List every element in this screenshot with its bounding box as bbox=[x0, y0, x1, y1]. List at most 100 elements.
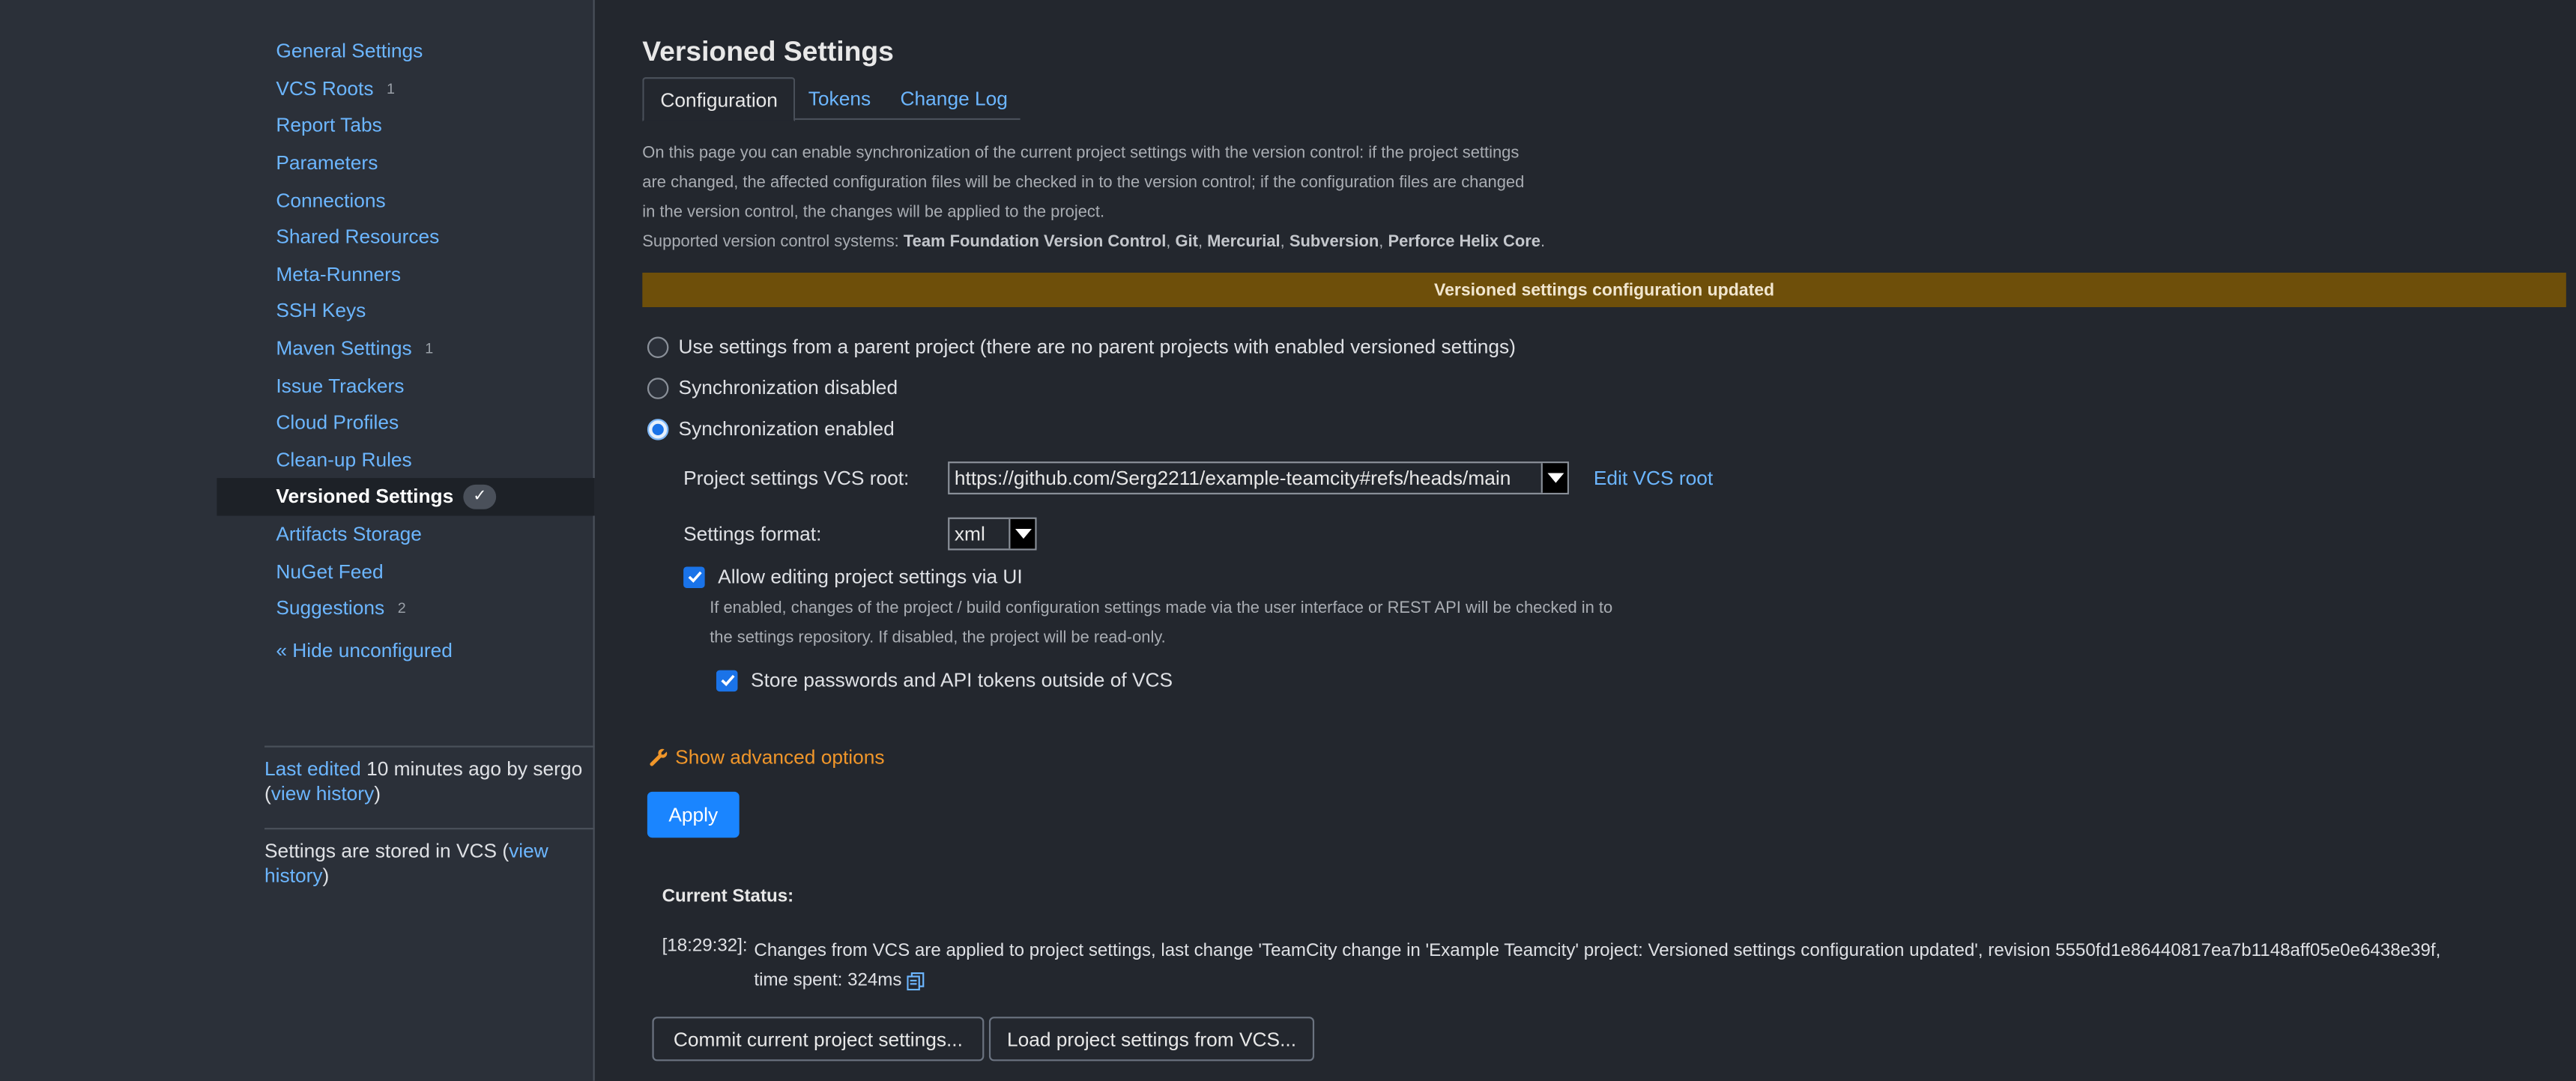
last-edited-note: Last edited 10 minutes ago by sergo (view… bbox=[264, 757, 583, 805]
status-line: Changes from VCS are applied to project … bbox=[754, 941, 2441, 961]
radio-button[interactable] bbox=[647, 336, 669, 357]
sidebar-nav: General Settings VCS Roots 1 Report Tabs Par… bbox=[217, 33, 595, 627]
store-passwords-label: Store passwords and API tokens outside o… bbox=[751, 668, 1173, 692]
view-history-link[interactable]: view history bbox=[271, 782, 374, 805]
vcs-root-value: https://github.com/Serg2211/example-team… bbox=[954, 466, 1511, 490]
show-advanced-label: Show advanced options bbox=[675, 745, 885, 769]
last-edited-link[interactable]: Last edited bbox=[264, 757, 361, 781]
vcs-system: Subversion bbox=[1289, 232, 1379, 251]
sidebar-item-label: Suggestions bbox=[276, 596, 385, 620]
vcs-root-select[interactable]: https://github.com/Serg2211/example-team… bbox=[948, 461, 1569, 494]
chevron-down-icon[interactable] bbox=[1009, 518, 1035, 549]
radio-sync-enabled[interactable]: Synchronization enabled bbox=[647, 417, 895, 440]
show-advanced-options-link[interactable]: Show advanced options bbox=[649, 745, 885, 769]
chevron-down-icon[interactable] bbox=[1541, 463, 1567, 493]
stored-in-vcs-note: Settings are stored in VCS (view history) bbox=[264, 839, 548, 888]
sidebar-item-artifacts-storage[interactable]: Artifacts Storage bbox=[217, 515, 594, 553]
vcs-root-label: Project settings VCS root: bbox=[683, 466, 910, 490]
stored-view-history-link[interactable]: view bbox=[509, 839, 548, 862]
status-timestamp: [18:29:32]: bbox=[662, 936, 748, 957]
sidebar-item-vcs-roots[interactable]: VCS Roots 1 bbox=[217, 70, 594, 107]
allow-editing-checkbox[interactable] bbox=[683, 566, 705, 587]
sidebar-item-label: VCS Roots bbox=[276, 76, 374, 100]
sidebar-item-label: General Settings bbox=[276, 40, 423, 63]
sidebar-item-versioned-settings[interactable]: Versioned Settings ✓ bbox=[217, 478, 595, 515]
hide-unconfigured-link[interactable]: « Hide unconfigured bbox=[276, 639, 453, 662]
sidebar-item-report-tabs[interactable]: Report Tabs bbox=[217, 107, 594, 145]
store-passwords-checkbox-row[interactable]: Store passwords and API tokens outside o… bbox=[716, 668, 1173, 691]
help-line: If enabled, changes of the project / bui… bbox=[710, 599, 1613, 618]
load-settings-button[interactable]: Load project settings from VCS... bbox=[988, 1017, 1315, 1062]
settings-format-select[interactable]: xml bbox=[948, 517, 1037, 551]
sidebar-item-general-settings[interactable]: General Settings bbox=[217, 33, 594, 70]
radio-sync-disabled[interactable]: Synchronization disabled bbox=[647, 376, 898, 399]
description-line: in the version control, the changes will… bbox=[642, 203, 1105, 222]
vcs-system: Team Foundation Version Control bbox=[903, 232, 1167, 251]
vcs-system: Mercurial bbox=[1207, 232, 1281, 251]
supported-vcs-label: Supported version control systems: bbox=[642, 232, 904, 251]
sidebar-item-parameters[interactable]: Parameters bbox=[217, 144, 594, 181]
vcs-system: Perforce Helix Core bbox=[1388, 232, 1541, 251]
vcs-system: Git bbox=[1175, 232, 1198, 251]
commit-settings-button[interactable]: Commit current project settings... bbox=[652, 1017, 985, 1062]
sidebar-item-count: 1 bbox=[425, 339, 434, 357]
sidebar-item-label: Report Tabs bbox=[276, 114, 382, 138]
allow-editing-checkbox-row[interactable]: Allow editing project settings via UI bbox=[683, 565, 1023, 588]
sidebar-item-label: SSH Keys bbox=[276, 300, 366, 323]
store-passwords-checkbox[interactable] bbox=[716, 669, 738, 691]
sidebar-item-label: Meta-Runners bbox=[276, 262, 402, 286]
radio-button[interactable] bbox=[647, 377, 669, 399]
tab-configuration[interactable]: Configuration bbox=[642, 77, 796, 122]
sidebar-item-issue-trackers[interactable]: Issue Trackers bbox=[217, 367, 594, 405]
help-line: the settings repository. If disabled, th… bbox=[710, 629, 1166, 647]
allow-editing-label: Allow editing project settings via UI bbox=[718, 565, 1023, 588]
last-edited-text: 10 minutes ago by sergo bbox=[360, 757, 583, 781]
sidebar-item-cloud-profiles[interactable]: Cloud Profiles bbox=[217, 404, 594, 441]
tab-tokens[interactable]: Tokens bbox=[808, 77, 871, 120]
check-icon bbox=[720, 674, 734, 686]
apply-button[interactable]: Apply bbox=[647, 791, 740, 838]
sidebar-item-suggestions[interactable]: Suggestions 2 bbox=[217, 590, 594, 627]
radio-use-parent[interactable]: Use settings from a parent project (ther… bbox=[647, 335, 1516, 358]
edit-vcs-root-link[interactable]: Edit VCS root bbox=[1594, 467, 1713, 490]
copy-icon[interactable] bbox=[907, 972, 925, 990]
description-line: are changed, the affected configuration … bbox=[642, 174, 1525, 193]
status-message: Changes from VCS are applied to project … bbox=[754, 936, 2561, 996]
tab-change-log[interactable]: Change Log bbox=[901, 77, 1008, 120]
description-line: On this page you can enable synchronizat… bbox=[642, 144, 1520, 163]
sidebar-item-meta-runners[interactable]: Meta-Runners bbox=[217, 255, 594, 293]
sidebar-item-ssh-keys[interactable]: SSH Keys bbox=[217, 293, 594, 330]
page-description: On this page you can enable synchronizat… bbox=[642, 139, 1612, 257]
sidebar-item-label: Issue Trackers bbox=[276, 374, 405, 397]
sidebar-item-label: Maven Settings bbox=[276, 336, 412, 360]
sidebar-item-count: 1 bbox=[387, 80, 396, 97]
sidebar-item-label: Artifacts Storage bbox=[276, 522, 422, 545]
current-status-title: Current Status: bbox=[662, 887, 794, 907]
supported-vcs: Supported version control systems: Team … bbox=[642, 232, 1546, 251]
sidebar-item-label: NuGet Feed bbox=[276, 559, 384, 583]
radio-button-selected[interactable] bbox=[647, 418, 669, 440]
sidebar-item-nuget-feed[interactable]: NuGet Feed bbox=[217, 552, 594, 590]
sidebar-item-maven-settings[interactable]: Maven Settings 1 bbox=[217, 330, 594, 367]
allow-editing-help: If enabled, changes of the project / bui… bbox=[710, 595, 1696, 654]
check-icon bbox=[687, 571, 701, 583]
sidebar-item-label: Connections bbox=[276, 188, 386, 212]
page-title: Versioned Settings bbox=[642, 36, 894, 67]
sidebar-divider bbox=[264, 828, 595, 830]
status-line: time spent: 324ms bbox=[754, 970, 902, 991]
sidebar-item-count: 2 bbox=[397, 599, 406, 617]
stored-view-history-link-2[interactable]: history bbox=[264, 864, 322, 887]
settings-format-value: xml bbox=[954, 522, 985, 545]
sidebar-item-label: Parameters bbox=[276, 151, 378, 175]
sidebar-item-shared-resources[interactable]: Shared Resources bbox=[217, 219, 594, 256]
sidebar-item-clean-up-rules[interactable]: Clean-up Rules bbox=[217, 441, 594, 479]
sidebar-item-label: Versioned Settings bbox=[276, 485, 454, 509]
sidebar-item-connections[interactable]: Connections bbox=[217, 181, 594, 219]
radio-label: Synchronization disabled bbox=[678, 376, 898, 399]
settings-format-label: Settings format: bbox=[683, 522, 822, 545]
radio-label: Synchronization enabled bbox=[678, 417, 895, 440]
sidebar: General Settings VCS Roots 1 Report Tabs Par… bbox=[0, 0, 595, 1081]
wrench-icon bbox=[650, 748, 668, 766]
sidebar-divider bbox=[264, 745, 595, 748]
stored-text: Settings are stored in VCS ( bbox=[264, 839, 510, 863]
